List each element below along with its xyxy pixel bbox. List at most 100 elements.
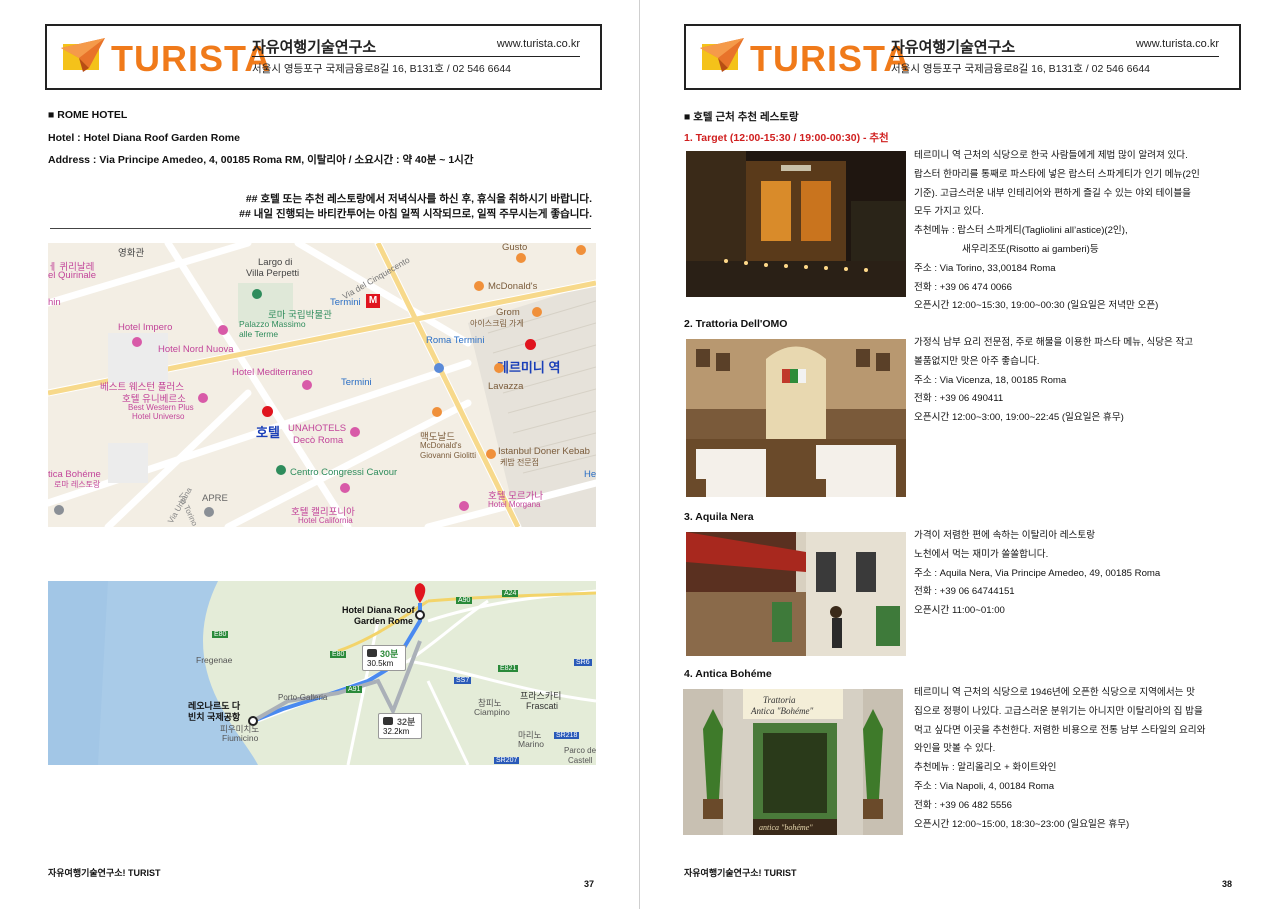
night-storefront-image [686, 151, 906, 297]
map-label: Best Western Plus [128, 403, 194, 412]
org-address: 서울시 영등포구 국제금융로8길 16, B131호 / 02 546 6644 [891, 63, 1151, 75]
desc-line: 오픈시간 12:00~15:00, 18:30~23:00 (일요일은 휴무) [914, 818, 1130, 830]
city-map[interactable]: 영화관 ㅔ 퀴리날레 el Quirinale Largo di Villa P… [48, 243, 596, 527]
map-label: McDonald's [488, 281, 538, 292]
map-label: Marino [518, 739, 544, 749]
restaurant-photo-aquila-nera [686, 532, 906, 656]
restaurant-icon[interactable] [532, 307, 542, 317]
map-label: Ciampino [474, 707, 510, 717]
map-label: Castell [568, 756, 593, 765]
turista-logo: TURISTA [698, 34, 909, 79]
org-url[interactable]: www.turista.co.kr [1136, 38, 1219, 50]
map-label: Hotel Mediterraneo [232, 367, 313, 378]
route-map[interactable]: Hotel Diana Roof Garden Rome 30분 30.5km … [48, 581, 596, 765]
page-header: TURISTA 자유여행기술연구소 www.turista.co.kr 서울시 … [45, 24, 602, 90]
desc-line: 볼품없지만 맛은 아주 좋습니다. [914, 355, 1040, 367]
metro-icon: M [366, 294, 380, 308]
hotel-address-line: Address : Via Principe Amedeo, 4, 00185 … [48, 154, 474, 166]
desc-line: 추천메뉴 : 알리올리오 + 화이트와인 [914, 762, 1057, 774]
map-label: McDonald's [420, 441, 462, 450]
restaurant-icon[interactable] [432, 407, 442, 417]
map-label: Istanbul Doner Kebab [498, 446, 590, 457]
storefront-sign: Trattoria [763, 695, 796, 705]
org-name: 자유여행기술연구소 [252, 39, 377, 56]
route-card-alternative[interactable]: 32분 32.2km [378, 713, 422, 739]
page-38: TURISTA 자유여행기술연구소 www.turista.co.kr 서울시 … [640, 0, 1280, 909]
destination-label: Garden Rome [354, 616, 414, 626]
location-pin-icon[interactable] [204, 507, 214, 517]
restaurant-description: 가격이 저렴한 편에 속하는 이탈리아 레스토랑 노천에서 먹는 재미가 쏠쏠합… [914, 527, 1232, 621]
hotel-icon[interactable] [340, 483, 350, 493]
turista-logo: TURISTA [59, 34, 270, 79]
location-pin-icon[interactable] [54, 505, 64, 515]
map-label: Decò Roma [293, 435, 344, 446]
hotel-icon[interactable] [218, 325, 228, 335]
map-label: UNAHOTELS [288, 423, 347, 434]
map-label: Fiumicino [222, 733, 259, 743]
map-label: APRE [202, 493, 228, 504]
map-label: 아이스크림 가게 [470, 319, 524, 328]
landmark-icon[interactable] [276, 465, 286, 475]
map-label: He [584, 469, 596, 480]
route-distance: 32.2km [383, 727, 410, 736]
destination-label: Hotel Diana Roof [342, 605, 415, 615]
restaurant-description: 가정식 남부 요리 전문점, 주로 해물을 이용한 파스타 메뉴, 식당은 작고… [914, 334, 1232, 428]
doormat-sign: antica "bohéme" [759, 823, 813, 832]
restaurant-icon[interactable] [576, 245, 586, 255]
map-label: alle Terme [239, 329, 279, 339]
hotel-label: 호텔 [256, 425, 280, 440]
road-shield: SR6 [574, 659, 592, 666]
hotel-icon[interactable] [459, 501, 469, 511]
shopping-icon[interactable] [434, 363, 444, 373]
header-rule [891, 56, 1219, 57]
map-label: el Quirinale [48, 270, 97, 281]
desc-line: 전화 : +39 06 64744151 [914, 586, 1015, 598]
hotel-icon[interactable] [302, 380, 312, 390]
desc-line: 전화 : +39 06 474 0066 [914, 281, 1012, 293]
museum-icon[interactable] [252, 289, 262, 299]
desc-line: 테르미니 역 근처의 식당으로 한국 사람들에게 제법 많이 알려져 있다. [914, 150, 1188, 161]
desc-line: 새우리조또(Risotto ai gamberi)등 [962, 243, 1099, 255]
road-shield: SR207 [494, 757, 520, 764]
route-distance: 30.5km [367, 659, 394, 668]
desc-line: 주소 : Aquila Nera, Via Principe Amedeo, 4… [914, 567, 1161, 579]
restaurant-title: 2. Trattoria Dell'OMO [684, 318, 788, 330]
storefront-sign: Antica "Bohéme" [751, 706, 814, 716]
map-label: Termini [330, 297, 361, 308]
termini-station-label: 테르미니 역 [497, 360, 561, 375]
road-shield: A90 [456, 597, 473, 604]
route-card-primary[interactable]: 30분 30.5km [362, 645, 406, 671]
hotel-marker[interactable] [262, 406, 273, 417]
map-label: Hotel Nord Nuova [158, 344, 234, 355]
cafe-icon[interactable] [494, 363, 504, 373]
outdoor-cafe-image [686, 532, 906, 656]
map-label: 케밥 전문점 [500, 458, 540, 467]
page-footer: 자유여행기술연구소! TURIST [48, 868, 161, 878]
hotel-icon[interactable] [132, 337, 142, 347]
road-shield: E80 [330, 651, 347, 658]
map-label: 영화관 [118, 248, 145, 259]
restaurant-icon[interactable] [474, 281, 484, 291]
map-label: Largo di [258, 257, 293, 268]
hotel-icon[interactable] [350, 427, 360, 437]
restaurant-title: 1. Target (12:00-15:30 / 19:00-00:30) - … [684, 132, 889, 144]
desc-line: 전화 : +39 06 490411 [914, 393, 1004, 405]
section-title: ■ 호텔 근처 추천 레스토랑 [684, 111, 799, 123]
logo-text: TURISTA [750, 38, 911, 79]
restaurant-icon[interactable] [516, 253, 526, 263]
desc-line: 테르미니 역 근처의 식당으로 1946년에 오픈한 식당으로 지역에서는 맛 [914, 687, 1195, 698]
desc-line: 오픈시간 11:00~01:00 [914, 605, 1005, 617]
page-number: 38 [1222, 879, 1233, 889]
restaurant-icon[interactable] [486, 449, 496, 459]
map-label: Hotel Universo [132, 412, 185, 421]
map-label: Termini [341, 377, 372, 388]
desc-line: 오픈시간 12:00~15:30, 19:00~00:30 (일요일은 저녁만 … [914, 300, 1159, 312]
page-37: TURISTA 자유여행기술연구소 www.turista.co.kr 서울시 … [0, 0, 640, 909]
road-shield: E80 [212, 631, 229, 638]
hotel-icon[interactable] [198, 393, 208, 403]
org-url[interactable]: www.turista.co.kr [497, 38, 580, 50]
desc-line: 오픈시간 12:00~3:00, 19:00~22:45 (일요일은 휴무) [914, 412, 1124, 424]
termini-station-marker[interactable] [525, 339, 536, 350]
desc-line: 주소 : Via Napoli, 4, 00184 Roma [914, 780, 1055, 792]
desc-line: 먹고 싶다면 이곳을 추천한다. 저렴한 비용으로 전통 남부 스타일의 요리와 [914, 724, 1206, 736]
